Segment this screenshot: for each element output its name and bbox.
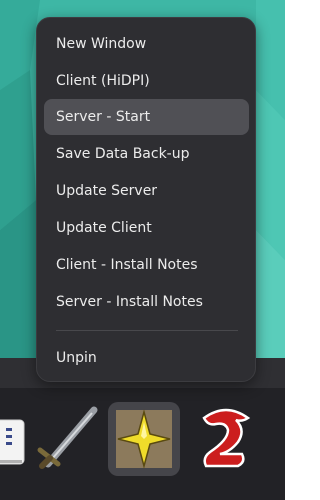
menu-item-server-start[interactable]: Server - Start xyxy=(44,99,249,135)
sword-app-icon xyxy=(37,406,98,469)
menu-item-update-server[interactable]: Update Server xyxy=(44,173,249,209)
menu-item-client-hidpi[interactable]: Client (HiDPI) xyxy=(44,63,249,99)
menu-item-save-data-backup[interactable]: Save Data Back-up xyxy=(44,136,249,172)
dock-app-guild-wars-2[interactable] xyxy=(190,402,262,476)
dock-app-star[interactable] xyxy=(108,402,180,476)
guild-wars-2-dragon-icon xyxy=(202,408,251,468)
dock-context-menu: New Window Client (HiDPI) Server - Start… xyxy=(36,17,256,382)
menu-item-unpin[interactable]: Unpin xyxy=(44,340,249,376)
menu-item-server-install-notes[interactable]: Server - Install Notes xyxy=(44,284,249,320)
desktop: New Window Client (HiDPI) Server - Start… xyxy=(0,0,285,500)
menu-separator xyxy=(56,330,238,331)
yellow-star-app-icon xyxy=(116,409,172,469)
menu-item-new-window[interactable]: New Window xyxy=(44,26,249,62)
menu-item-client-install-notes[interactable]: Client - Install Notes xyxy=(44,247,249,283)
menu-item-update-client[interactable]: Update Client xyxy=(44,210,249,246)
dock-app-sword[interactable] xyxy=(32,402,104,476)
